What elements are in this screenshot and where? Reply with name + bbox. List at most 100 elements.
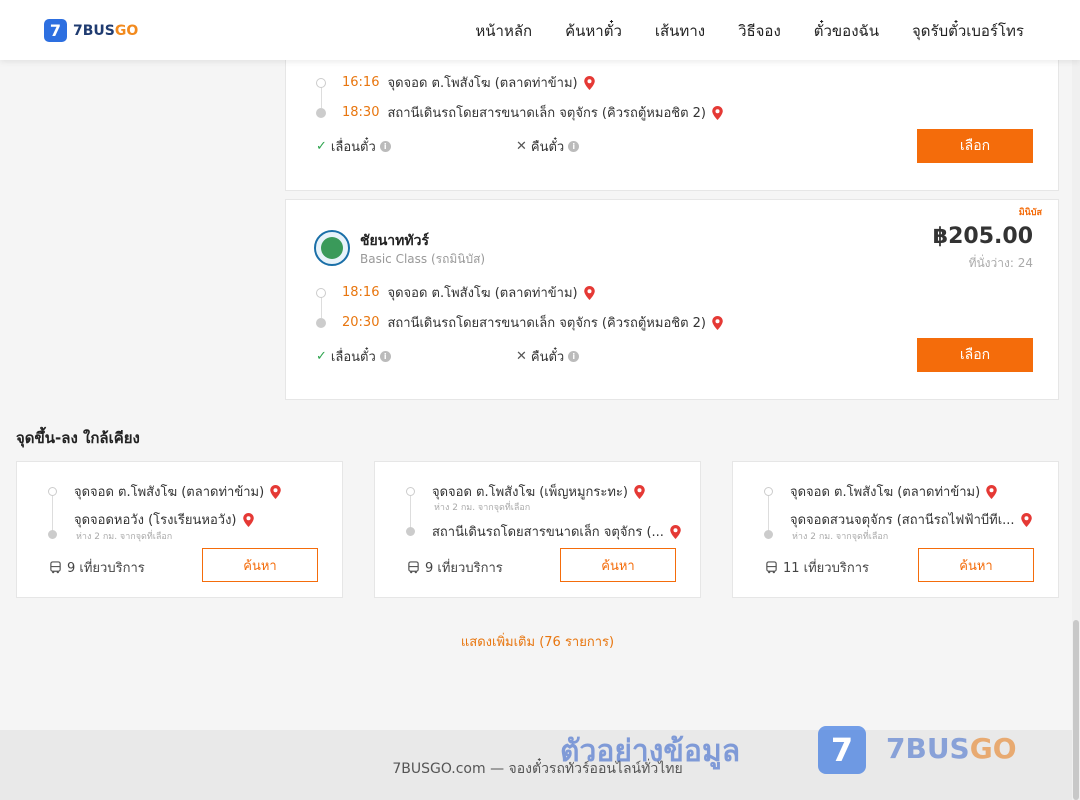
search-button[interactable]: ค้นหา (560, 548, 676, 582)
perk-refund: ✕ คืนตั๋ว i (516, 136, 716, 157)
operator-logo-icon (314, 230, 350, 266)
select-trip-button[interactable]: เลือก (917, 129, 1033, 163)
route-end-dot (48, 530, 57, 539)
depart-place: จุดจอด ต.โพสังโฆ (ตลาดท่าข้าม) (387, 76, 578, 91)
nav-ticket-pickup[interactable]: จุดรับตั๋วเบอร์โทร (912, 19, 1024, 43)
search-button[interactable]: ค้นหา (202, 548, 318, 582)
arrive-time: 18:30 (342, 105, 380, 120)
logo-text-a: 7BUS (73, 22, 115, 39)
nav-routes[interactable]: เส้นทาง (655, 19, 705, 43)
route-start-dot (406, 487, 415, 496)
trip-price: ฿205.00 (932, 224, 1033, 249)
route-end-dot (406, 527, 415, 536)
map-pin-icon[interactable] (242, 512, 254, 527)
nearby-card: จุดจอด ต.โพสังโฆ (ตลาดท่าข้าม) จุดจอดสวน… (732, 461, 1059, 598)
perk-change: ✓ เลื่อนตั๋ว i (316, 346, 516, 367)
logo-text-b: GO (114, 22, 139, 39)
watermark-logo-text: 7BUSGO (886, 732, 1017, 765)
depart-time: 16:16 (342, 75, 380, 90)
cross-icon: ✕ (516, 349, 527, 364)
cross-icon: ✕ (516, 139, 527, 154)
show-more-link[interactable]: แสดงเพิ่มเติม (76 รายการ) (0, 631, 1075, 652)
seats-available: ที่นั่งว่าง: 24 (968, 256, 1033, 270)
map-pin-icon[interactable] (712, 105, 723, 120)
map-pin-icon[interactable] (670, 524, 681, 539)
trip-count: 9 เที่ยวบริการ (407, 557, 503, 578)
trip-count: 9 เที่ยวบริการ (49, 557, 145, 578)
sample-data-watermark: ตัวอย่างข้อมูล (560, 734, 741, 769)
route-end-dot (316, 317, 326, 328)
route-depart: 18:16 จุดจอด ต.โพสังโฆ (ตลาดท่าข้าม) (316, 282, 595, 303)
distance-note: ห่าง 2 กม. จากจุดที่เลือก (76, 532, 173, 542)
perk-refund-label: คืนตั๋ว (530, 140, 565, 155)
scroll-thumb[interactable] (1073, 620, 1079, 800)
watermark-logo-icon: 7 (818, 726, 866, 774)
nearby-to: สถานีเดินรถโดยสารขนาดเล็ก จตุจักร (... (406, 521, 681, 542)
nearby-to-label: จุดจอดหอวัง (โรงเรียนหอวัง) (74, 513, 237, 528)
nearby-card: จุดจอด ต.โพสังโฆ (เพ็ญหมูกระทะ) ห่าง 2 ก… (374, 461, 701, 598)
page-scrollbar[interactable] (1072, 60, 1080, 800)
route-start-dot (48, 487, 57, 496)
map-pin-icon[interactable] (986, 484, 997, 499)
route-start-dot (316, 77, 326, 88)
ticket-perks: ✓ เลื่อนตั๋ว i ✕ คืนตั๋ว i (316, 136, 716, 157)
perk-change: ✓ เลื่อนตั๋ว i (316, 136, 516, 157)
nav-search-ticket[interactable]: ค้นหาตั๋ว (565, 19, 622, 43)
map-pin-icon[interactable] (270, 484, 281, 499)
nearby-from-label: จุดจอด ต.โพสังโฆ (ตลาดท่าข้าม) (790, 485, 981, 500)
site-logo[interactable]: 7 7BUSGO (44, 19, 138, 42)
end-dot-wrap (48, 530, 74, 539)
wm-text-b: GO (969, 732, 1017, 765)
map-pin-icon[interactable] (1020, 512, 1032, 527)
nearby-section-title: จุดขึ้น-ลง ใกล้เคียง (16, 429, 140, 447)
select-trip-button[interactable]: เลือก (917, 338, 1033, 372)
trip-card: มินิบัส ชัยนาททัวร์ Basic Class (รถมินิบ… (285, 199, 1059, 400)
bus-icon (766, 561, 777, 574)
nearby-from: จุดจอด ต.โพสังโฆ (ตลาดท่าข้าม) (764, 481, 997, 502)
wm-text-a: 7BUS (886, 732, 970, 765)
route-arrive: 18:30 สถานีเดินรถโดยสารขนาดเล็ก จตุจักร … (316, 102, 723, 123)
route-depart: 16:16 จุดจอด ต.โพสังโฆ (ตลาดท่าข้าม) (316, 72, 595, 93)
ticket-perks: ✓ เลื่อนตั๋ว i ✕ คืนตั๋ว i (316, 346, 716, 367)
route-end-dot (764, 530, 773, 539)
bus-icon (408, 561, 419, 574)
logo-mark-icon: 7 (44, 19, 67, 42)
trip-count-label: 9 เที่ยวบริการ (67, 561, 145, 576)
arrive-time: 20:30 (342, 315, 380, 330)
route-end-dot (316, 107, 326, 118)
map-pin-icon[interactable] (583, 75, 595, 90)
map-pin-icon[interactable] (634, 484, 645, 499)
nearby-to-label: จุดจอดสวนจตุจักร (สถานีรถไฟฟ้าบีทีเ... (790, 513, 1015, 528)
nearby-card: จุดจอด ต.โพสังโฆ (ตลาดท่าข้าม) จุดจอดหอว… (16, 461, 343, 598)
bus-icon (50, 561, 61, 574)
map-pin-icon[interactable] (712, 315, 723, 330)
nearby-to: จุดจอดหอวัง (โรงเรียนหอวัง) (48, 509, 254, 530)
info-icon[interactable]: i (379, 351, 391, 362)
perk-refund: ✕ คืนตั๋ว i (516, 346, 716, 367)
search-button[interactable]: ค้นหา (918, 548, 1034, 582)
route-start-dot (316, 287, 326, 298)
end-dot-wrap (764, 530, 790, 539)
nav-how-to-book[interactable]: วิธีจอง (738, 19, 781, 43)
check-icon: ✓ (316, 139, 327, 154)
vehicle-type-badge: มินิบัส (1018, 208, 1042, 218)
depart-time: 18:16 (342, 285, 380, 300)
nav-my-tickets[interactable]: ตั๋วของฉัน (814, 19, 879, 43)
arrive-place: สถานีเดินรถโดยสารขนาดเล็ก จตุจักร (คิวรถ… (387, 106, 706, 121)
distance-note: ห่าง 2 กม. จากจุดที่เลือก (434, 503, 531, 513)
info-icon[interactable]: i (568, 351, 580, 362)
arrive-place: สถานีเดินรถโดยสารขนาดเล็ก จตุจักร (คิวรถ… (387, 316, 706, 331)
perk-change-label: เลื่อนตั๋ว (330, 350, 376, 365)
main-nav: หน้าหลัก ค้นหาตั๋ว เส้นทาง วิธีจอง ตั๋วข… (475, 19, 1024, 43)
map-pin-icon[interactable] (583, 285, 595, 300)
route-arrive: 20:30 สถานีเดินรถโดยสารขนาดเล็ก จตุจักร … (316, 312, 723, 333)
info-icon[interactable]: i (568, 141, 580, 152)
info-icon[interactable]: i (379, 141, 391, 152)
trip-card: 16:16 จุดจอด ต.โพสังโฆ (ตลาดท่าข้าม) 18:… (285, 50, 1059, 191)
nav-home[interactable]: หน้าหลัก (475, 19, 532, 43)
perk-refund-label: คืนตั๋ว (530, 350, 565, 365)
perk-change-label: เลื่อนตั๋ว (330, 140, 376, 155)
route-start-dot (764, 487, 773, 496)
nearby-from: จุดจอด ต.โพสังโฆ (เพ็ญหมูกระทะ) (406, 481, 645, 502)
nearby-from-label: จุดจอด ต.โพสังโฆ (เพ็ญหมูกระทะ) (432, 485, 628, 500)
